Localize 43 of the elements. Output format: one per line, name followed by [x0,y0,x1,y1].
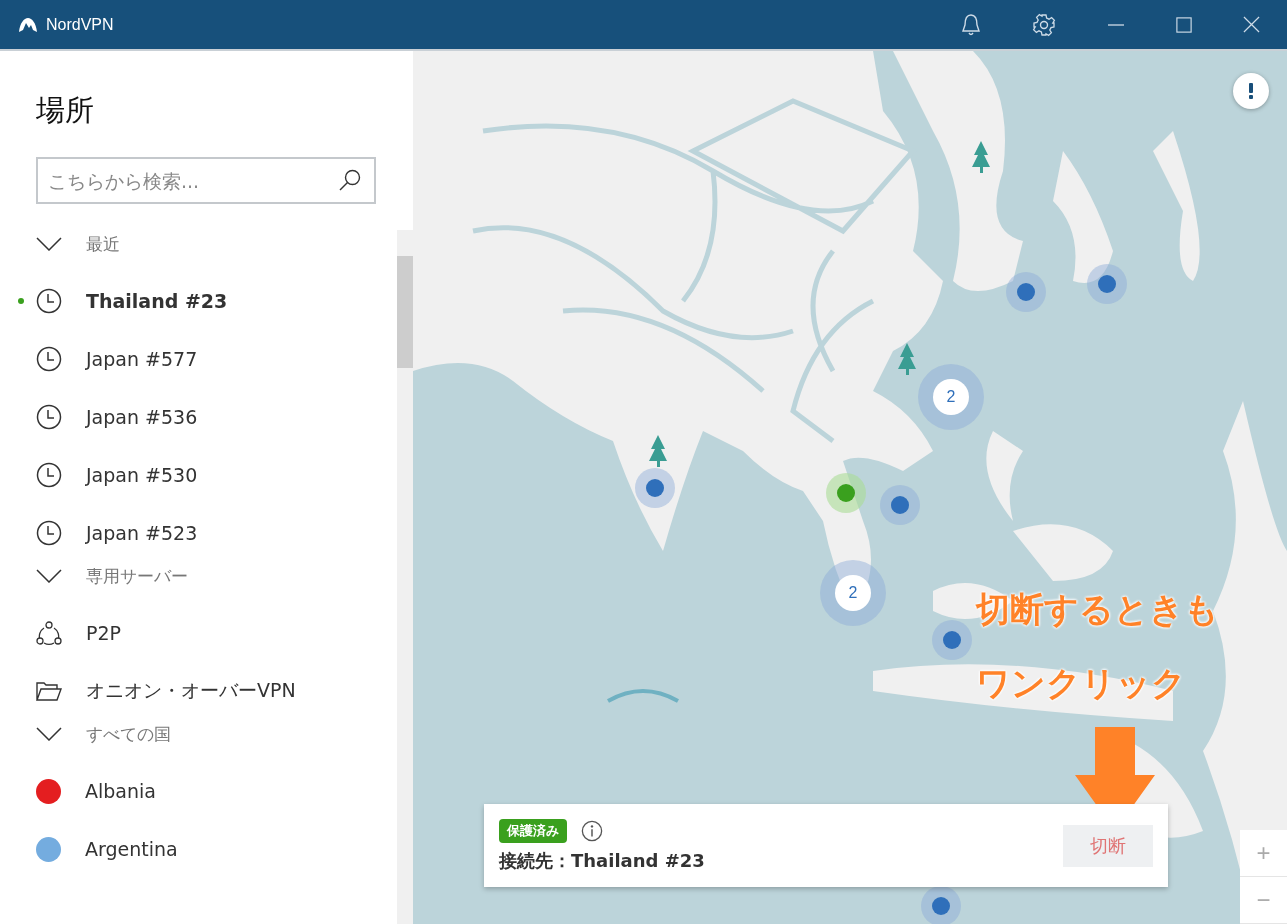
clock-icon [36,346,62,372]
location-item[interactable]: Albania [12,762,362,820]
server-marker[interactable] [880,485,920,525]
sidebar-heading: 場所 [36,92,95,129]
close-icon[interactable] [1243,16,1260,33]
location-item[interactable]: Thailand #23 [12,272,362,330]
nodes-icon [36,620,62,646]
maximize-icon[interactable] [1176,16,1192,33]
server-marker[interactable] [635,468,675,508]
server-marker[interactable] [921,886,961,924]
location-item[interactable]: Argentina [12,820,362,878]
chevron-icon [36,237,62,251]
clock-icon [36,520,62,546]
location-item[interactable]: Japan #530 [12,446,362,504]
server-marker[interactable] [1006,272,1046,312]
location-item[interactable]: Japan #577 [12,330,362,388]
clock-icon [36,462,62,488]
status-badge: 保護済み [499,818,567,843]
chevron-icon [36,727,62,741]
scrollbar[interactable] [397,230,413,924]
bell-icon[interactable] [961,12,981,37]
server-cluster-marker[interactable]: 2 [820,560,886,626]
window-title: NordVPN [46,15,114,34]
location-item[interactable]: Japan #536 [12,388,362,446]
clock-icon [36,288,62,314]
server-marker[interactable] [1087,264,1127,304]
server-marker[interactable] [826,473,866,513]
section-header[interactable]: 最近 [12,230,362,258]
server-marker[interactable] [932,620,972,660]
connected-server-label: 接続先：Thailand #23 [499,848,705,873]
search-field[interactable]: こちらから検索... [36,157,376,204]
info-icon[interactable] [581,819,603,842]
server-cluster-marker[interactable]: 2 [918,364,984,430]
clock-icon [36,404,62,430]
search-icon [338,168,362,192]
settings-icon[interactable] [1032,12,1056,37]
chevron-icon [36,569,62,583]
annotation-text: ワンクリック [976,663,1187,703]
annotation-text: 切断するときも [976,589,1219,629]
exclamation-icon [1249,83,1253,99]
folder-icon [36,681,62,701]
mountain-logo-icon [18,16,38,33]
location-item[interactable]: P2P [12,604,362,662]
